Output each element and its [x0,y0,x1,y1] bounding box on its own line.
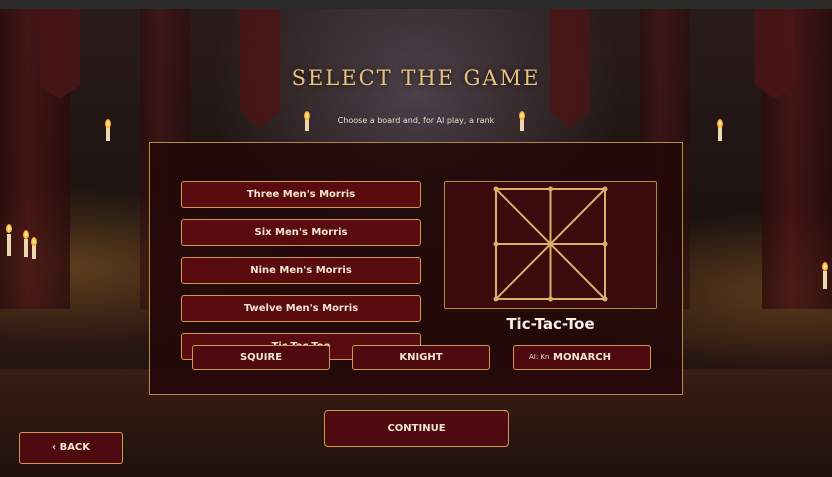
board-diagram [493,186,608,302]
selected-game-name: Tic-Tac-Toe [506,315,595,333]
window-top-bar [0,0,832,9]
rank-button-knight[interactable]: KNIGHT [352,345,490,370]
continue-button[interactable]: CONTINUE [324,410,509,447]
rank-button-squire[interactable]: SQUIRE [192,345,330,370]
game-button-three-mens-morris[interactable]: Three Men's Morris [181,181,421,208]
back-button[interactable]: ‹ BACK [19,432,123,464]
page-subtitle: Choose a board and, for AI play, a rank [337,116,495,125]
page-title: SELECT THE GAME [291,66,541,90]
game-button-nine-mens-morris[interactable]: Nine Men's Morris [181,257,421,284]
board-preview [444,181,657,309]
game-button-six-mens-morris[interactable]: Six Men's Morris [181,219,421,246]
ai-rank-label: AI: Kn [529,353,550,361]
game-button-twelve-mens-morris[interactable]: Twelve Men's Morris [181,295,421,322]
